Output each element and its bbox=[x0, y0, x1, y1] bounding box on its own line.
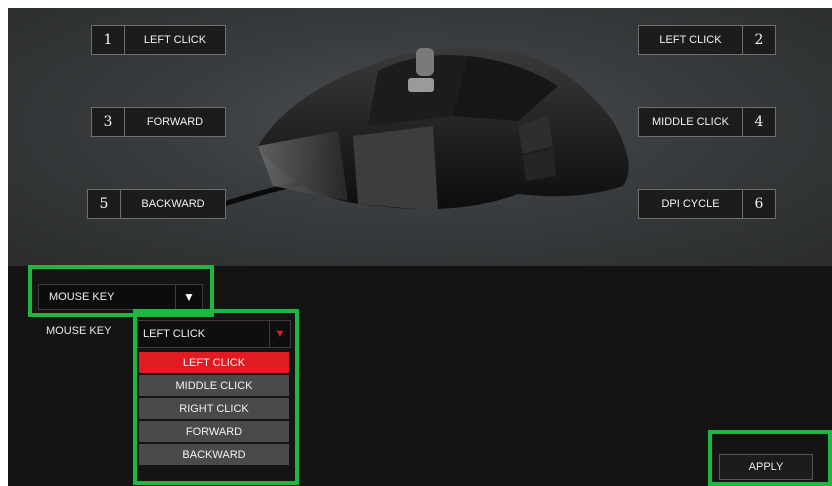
mouse-config-app: 1 LEFT CLICK LEFT CLICK 2 3 FORWARD MIDD… bbox=[8, 8, 832, 486]
mouse-key-label: MOUSE KEY bbox=[46, 325, 112, 337]
button-slot-number: 1 bbox=[92, 26, 125, 54]
apply-button[interactable]: APPLY bbox=[719, 454, 813, 480]
option-forward[interactable]: FORWARD bbox=[139, 421, 289, 442]
button-slot-5[interactable]: 5 BACKWARD bbox=[87, 189, 226, 219]
button-slot-3[interactable]: 3 FORWARD bbox=[91, 107, 226, 137]
option-middle-click[interactable]: MIDDLE CLICK bbox=[139, 375, 289, 396]
mouse-key-options-list: LEFT CLICK MIDDLE CLICK RIGHT CLICK FORW… bbox=[139, 352, 289, 467]
function-category-dropdown[interactable]: MOUSE KEY ▼ bbox=[38, 284, 203, 310]
button-slot-number: 6 bbox=[742, 190, 775, 218]
button-slot-6[interactable]: DPI CYCLE 6 bbox=[638, 189, 776, 219]
mouse-button-map-panel: 1 LEFT CLICK LEFT CLICK 2 3 FORWARD MIDD… bbox=[8, 8, 832, 266]
button-slot-label: LEFT CLICK bbox=[143, 34, 207, 46]
button-slot-label: DPI CYCLE bbox=[661, 198, 720, 210]
button-slot-label: FORWARD bbox=[146, 116, 204, 128]
button-slot-number: 3 bbox=[92, 108, 125, 136]
button-slot-label: MIDDLE CLICK bbox=[651, 116, 730, 128]
option-right-click[interactable]: RIGHT CLICK bbox=[139, 398, 289, 419]
function-category-value: MOUSE KEY bbox=[49, 291, 115, 303]
button-slot-2[interactable]: LEFT CLICK 2 bbox=[638, 25, 776, 55]
option-left-click[interactable]: LEFT CLICK bbox=[139, 352, 289, 373]
dropdown-arrow-icon[interactable]: ▼ bbox=[175, 285, 202, 309]
dropdown-arrow-icon[interactable]: ▼ bbox=[269, 321, 290, 347]
mouse-key-dropdown[interactable]: LEFT CLICK ▼ bbox=[137, 320, 291, 348]
button-slot-number: 2 bbox=[742, 26, 775, 54]
button-slot-label: BACKWARD bbox=[141, 198, 205, 210]
button-slot-number: 4 bbox=[742, 108, 775, 136]
button-slot-label: LEFT CLICK bbox=[659, 34, 722, 46]
button-slot-number: 5 bbox=[88, 190, 121, 218]
gaming-mouse-illustration bbox=[218, 48, 629, 211]
button-slot-4[interactable]: MIDDLE CLICK 4 bbox=[638, 107, 776, 137]
mouse-key-value: LEFT CLICK bbox=[143, 328, 206, 340]
option-backward[interactable]: BACKWARD bbox=[139, 444, 289, 465]
button-slot-1[interactable]: 1 LEFT CLICK bbox=[91, 25, 226, 55]
